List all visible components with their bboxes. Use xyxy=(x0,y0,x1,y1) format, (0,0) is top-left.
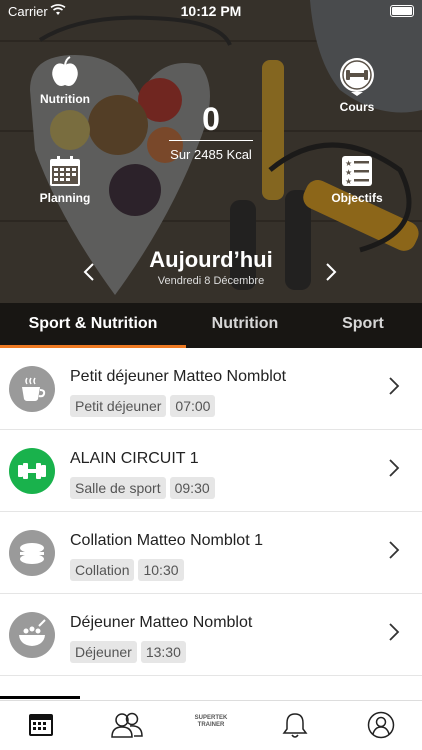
tab-nutrition[interactable]: Nutrition xyxy=(186,303,304,348)
calories-goal: Sur 2485 Kcal xyxy=(170,147,252,162)
tab-sport-nutrition[interactable]: Sport & Nutrition xyxy=(0,303,186,348)
item-avatar xyxy=(9,366,55,412)
macaron-icon xyxy=(20,543,44,564)
item-title: Déjeuner Matteo Nomblot xyxy=(70,614,253,631)
cours-label: Cours xyxy=(339,100,375,114)
status-time: 10:12 PM xyxy=(180,3,242,19)
planning-button[interactable]: Planning xyxy=(25,155,105,205)
item-title: Collation Matteo Nomblot 1 xyxy=(70,532,263,549)
item-avatar xyxy=(9,612,55,658)
planning-label: Planning xyxy=(39,191,91,205)
item-tags: Petit déjeuner 07:00 xyxy=(70,395,219,417)
nutrition-button[interactable]: Nutrition xyxy=(25,56,105,106)
next-day-button[interactable] xyxy=(325,260,337,288)
tab-sport[interactable]: Sport xyxy=(304,303,422,348)
profile-icon xyxy=(367,711,395,739)
svg-text:★: ★ xyxy=(345,168,352,177)
status-bar: Carrier 10:12 PM xyxy=(0,0,422,22)
coffee-cup-icon xyxy=(22,377,46,401)
dumbbell-pin-icon xyxy=(339,58,374,96)
brand-logo-top: SUPERTEK xyxy=(194,715,228,721)
item-time-tag: 09:30 xyxy=(169,477,215,499)
calendar-icon xyxy=(29,714,53,736)
day-title: Aujourd’hui xyxy=(149,247,273,272)
tab-profile[interactable] xyxy=(367,711,395,744)
segment-tabs: Sport & Nutrition Nutrition Sport xyxy=(0,303,422,348)
item-category-tag: Collation xyxy=(70,559,135,581)
calendar-icon xyxy=(50,156,80,186)
battery-icon xyxy=(390,5,414,17)
calories-divider xyxy=(169,140,253,141)
chevron-right-icon xyxy=(389,377,400,395)
item-title: Petit déjeuner Matteo Nomblot xyxy=(70,368,287,385)
tab-notifications[interactable] xyxy=(282,711,308,744)
objectifs-button[interactable]: ★ ★ ★ Objectifs xyxy=(317,155,397,205)
tab-calendar[interactable] xyxy=(28,711,54,742)
item-avatar xyxy=(9,448,55,494)
item-tags: Collation 10:30 xyxy=(70,559,188,581)
svg-text:★: ★ xyxy=(345,177,352,186)
app-screen: Carrier 10:12 PM Nutrition Cours 0 Sur 2… xyxy=(0,0,422,750)
item-avatar xyxy=(9,530,55,576)
svg-text:★: ★ xyxy=(345,159,352,168)
tab-brand-home[interactable]: SUPERTEK TRAINER xyxy=(194,715,228,729)
brand-logo-bottom: TRAINER xyxy=(197,722,225,728)
item-category-tag: Déjeuner xyxy=(70,641,137,663)
list-item[interactable]: Collation Matteo Nomblot 1 Collation 10:3… xyxy=(0,512,422,594)
day-navigator: Aujourd’hui Vendredi 8 Décembre xyxy=(0,247,422,287)
list-item[interactable]: Déjeuner Matteo Nomblot Déjeuner 13:30 xyxy=(0,594,422,676)
apple-icon xyxy=(52,56,78,86)
item-category-tag: Petit déjeuner xyxy=(70,395,167,417)
item-time-tag: 13:30 xyxy=(140,641,186,663)
item-time-tag: 10:30 xyxy=(138,559,184,581)
header-hero: Carrier 10:12 PM Nutrition Cours 0 Sur 2… xyxy=(0,0,422,348)
calories-counter: 0 Sur 2485 Kcal xyxy=(161,100,261,162)
chevron-right-icon xyxy=(389,459,400,477)
bottom-tab-bar: SUPERTEK TRAINER xyxy=(0,700,422,750)
checklist-icon: ★ ★ ★ xyxy=(342,156,372,186)
cours-button[interactable]: Cours xyxy=(317,56,397,114)
schedule-list: Petit déjeuner Matteo Nomblot Petit déje… xyxy=(0,348,422,676)
item-category-tag: Salle de sport xyxy=(70,477,166,499)
chevron-right-icon xyxy=(389,623,400,641)
item-tags: Déjeuner 13:30 xyxy=(70,641,190,663)
calories-value: 0 xyxy=(202,101,220,137)
item-title: ALAIN CIRCUIT 1 xyxy=(70,450,199,467)
item-tags: Salle de sport 09:30 xyxy=(70,477,219,499)
chevron-right-icon xyxy=(326,263,337,281)
item-time-tag: 07:00 xyxy=(170,395,216,417)
bowl-icon xyxy=(19,619,46,646)
objectifs-label: Objectifs xyxy=(331,191,383,205)
selected-tab-indicator xyxy=(0,696,80,699)
nutrition-label: Nutrition xyxy=(40,92,90,106)
users-icon xyxy=(111,712,143,738)
tab-community[interactable] xyxy=(110,711,144,744)
dumbbell-icon xyxy=(18,463,46,479)
list-item[interactable]: Petit déjeuner Matteo Nomblot Petit déje… xyxy=(0,348,422,430)
day-date: Vendredi 8 Décembre xyxy=(157,275,265,287)
chevron-right-icon xyxy=(389,541,400,559)
bell-icon xyxy=(282,713,308,738)
list-item[interactable]: ALAIN CIRCUIT 1 Salle de sport 09:30 xyxy=(0,430,422,512)
